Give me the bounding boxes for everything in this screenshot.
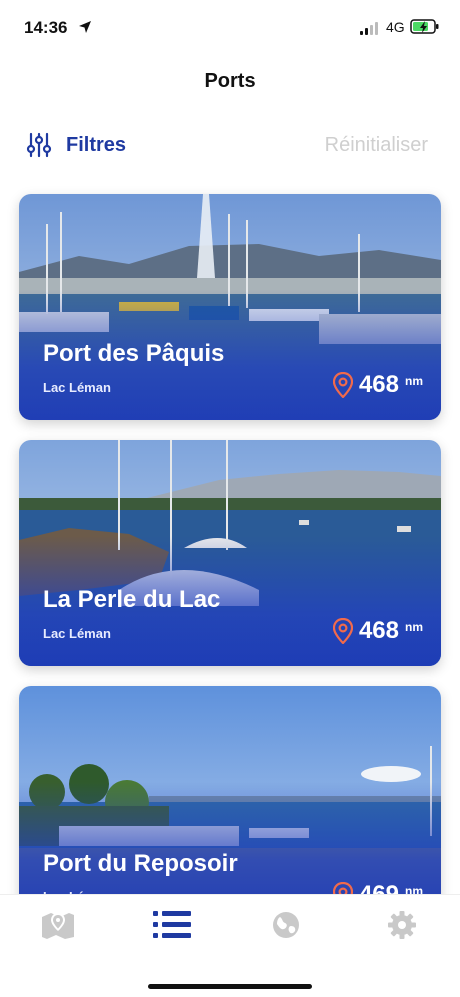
distance-value: 468 [358,371,399,398]
page-title: Ports [204,70,256,92]
battery-icon [410,19,439,34]
gear-icon [388,911,416,939]
home-indicator [148,984,312,989]
port-card[interactable]: Port des Pâquis Lac Léman 468 nm [19,194,441,420]
tab-globe[interactable] [266,905,306,945]
reset-button[interactable]: Réinitialiser [325,134,428,157]
tab-bar [0,894,460,997]
port-distance: 468 nm [332,371,423,398]
location-arrow-icon [79,21,91,33]
location-pin-icon [332,372,353,398]
distance-unit: nm [405,620,423,634]
cellular-signal-icon [360,22,378,35]
tab-map[interactable] [38,905,78,945]
port-name: Port du Reposoir [43,850,238,877]
status-bar: 14:36 4G [0,0,460,56]
map-icon [42,913,74,939]
port-name: Port des Pâquis [43,340,225,367]
port-lake: Lac Léman [43,380,111,395]
filter-sliders-icon [26,132,52,158]
port-card[interactable]: La Perle du Lac Lac Léman 468 nm [19,440,441,666]
tab-list[interactable] [152,905,192,945]
port-name: La Perle du Lac [43,586,221,613]
filters-button[interactable]: Filtres [26,132,126,158]
tab-settings[interactable] [382,905,422,945]
port-lake: Lac Léman [43,626,111,641]
port-distance: 468 nm [332,617,423,644]
distance-unit: nm [405,374,423,388]
port-card[interactable]: Port du Reposoir Lac Léman 469 nm [19,686,441,912]
network-type: 4G [386,19,405,35]
globe-icon [273,912,299,938]
status-time: 14:36 [24,18,68,37]
location-pin-icon [332,618,353,644]
list-icon [153,911,191,938]
filters-label: Filtres [66,133,127,156]
distance-value: 468 [358,617,399,644]
